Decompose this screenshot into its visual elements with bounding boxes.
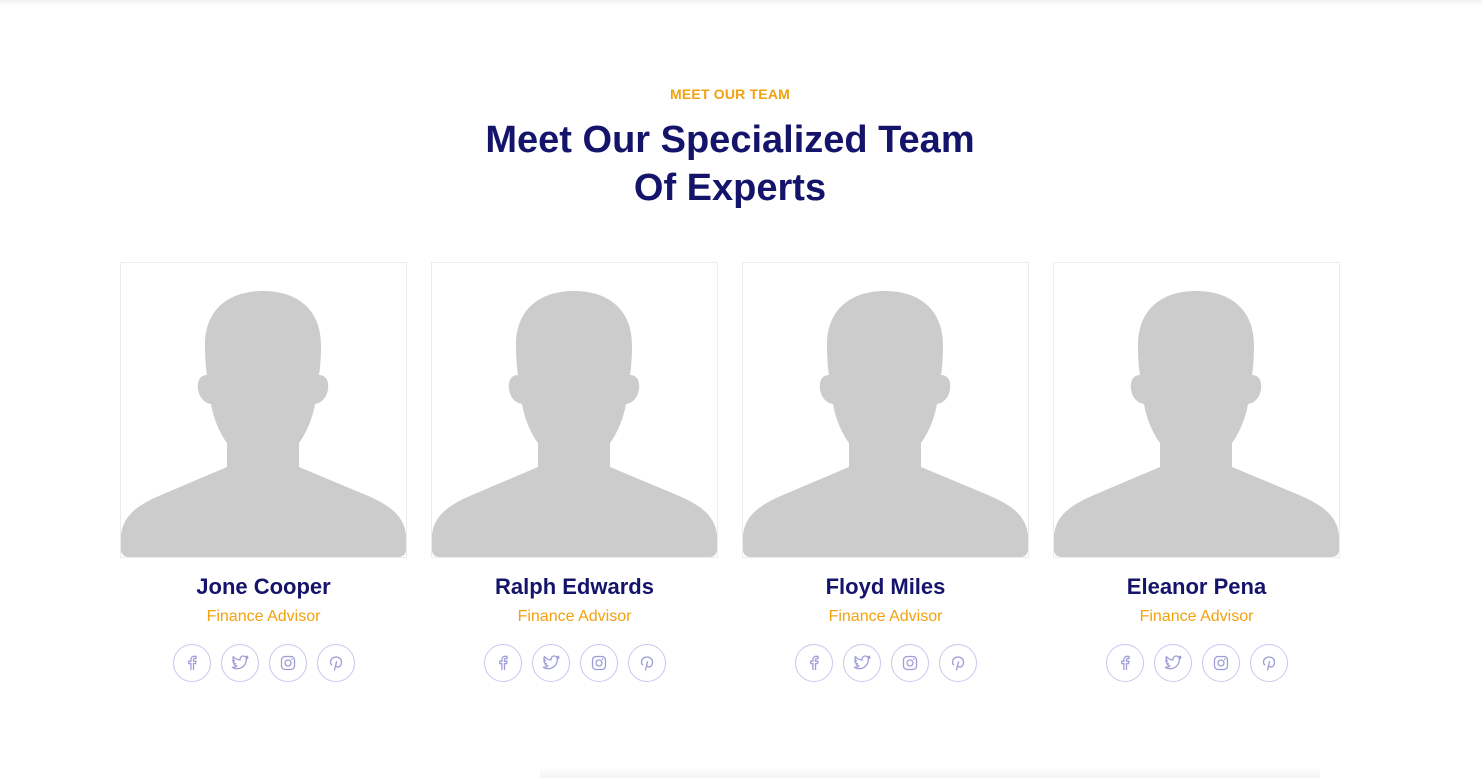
person-placeholder-icon [1054,291,1339,557]
social-links [742,644,1029,682]
facebook-icon [498,655,508,670]
pinterest-link[interactable] [1249,644,1288,682]
member-photo [120,262,407,558]
pinterest-icon [1262,656,1275,671]
team-card: Floyd Miles Finance Advisor [742,262,1029,682]
heading-line-2: Of Experts [633,167,827,209]
facebook-link[interactable] [172,644,211,682]
pinterest-link[interactable] [938,644,977,682]
twitter-link[interactable] [531,644,570,682]
social-links [120,644,407,682]
next-section-edge [540,768,1320,778]
member-role: Finance Advisor [1139,608,1254,625]
facebook-link[interactable] [1105,644,1144,682]
pinterest-icon [640,656,653,671]
facebook-icon [1120,655,1130,670]
social-links [431,644,718,682]
team-card: Ralph Edwards Finance Advisor [431,262,718,682]
twitter-icon [231,655,249,670]
instagram-icon [902,655,917,671]
heading-line-1: Meet Our Specialized Team [485,119,975,161]
section-heading: Meet Our Specialized Team Of Experts [0,116,1460,212]
member-role: Finance Advisor [206,608,321,625]
member-photo [431,262,718,558]
social-links [1053,644,1340,682]
twitter-icon [1164,655,1182,670]
header-shadow [0,0,1482,6]
facebook-icon [187,655,197,670]
team-card: Jone Cooper Finance Advisor [120,262,407,682]
twitter-link[interactable] [220,644,259,682]
member-photo [1053,262,1340,558]
instagram-link[interactable] [890,644,929,682]
member-name: Eleanor Pena [1126,574,1267,599]
member-name: Floyd Miles [825,574,946,599]
person-placeholder-icon [432,291,717,557]
pinterest-link[interactable] [316,644,355,682]
member-photo [742,262,1029,558]
team-card: Eleanor Pena Finance Advisor [1053,262,1340,682]
twitter-link[interactable] [842,644,881,682]
member-role: Finance Advisor [828,608,943,625]
facebook-icon [809,655,819,670]
person-placeholder-icon [121,291,406,557]
instagram-icon [1213,655,1228,671]
member-name: Jone Cooper [196,574,331,599]
twitter-icon [542,655,560,670]
twitter-icon [853,655,871,670]
member-name: Ralph Edwards [495,574,654,599]
person-placeholder-icon [743,291,1028,557]
facebook-link[interactable] [483,644,522,682]
facebook-link[interactable] [794,644,833,682]
pinterest-icon [329,656,342,671]
twitter-link[interactable] [1153,644,1192,682]
section-eyebrow: MEET OUR TEAM [669,86,791,102]
member-role: Finance Advisor [517,608,632,625]
instagram-icon [591,655,606,671]
instagram-link[interactable] [268,644,307,682]
pinterest-link[interactable] [627,644,666,682]
instagram-link[interactable] [579,644,618,682]
pinterest-icon [951,656,964,671]
instagram-icon [280,655,295,671]
instagram-link[interactable] [1201,644,1240,682]
